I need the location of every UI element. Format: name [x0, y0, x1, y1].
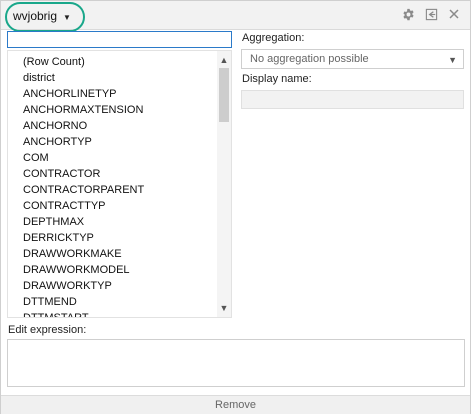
field-chooser: (Row Count) district ANCHORLINETYP ANCHO… [7, 31, 232, 318]
display-name-label: Display name: [242, 73, 312, 85]
list-item[interactable]: ANCHORMAXTENSION [23, 102, 143, 118]
list-item[interactable]: DTTMSTART [23, 310, 89, 317]
chevron-down-icon: ▼ [63, 12, 71, 22]
list-item[interactable]: DRAWWORKMAKE [23, 246, 122, 262]
source-title: wvjobrig [13, 9, 58, 23]
list-item[interactable]: CONTRACTOR [23, 166, 100, 182]
list-item[interactable]: CONTRACTORPARENT [23, 182, 144, 198]
search-input[interactable] [7, 31, 232, 48]
title-bar: wvjobrig ▼ [1, 1, 470, 32]
list-item[interactable]: DERRICKTYP [23, 230, 94, 246]
pin-icon[interactable] [424, 7, 438, 21]
display-name-field [241, 90, 464, 109]
field-list[interactable]: (Row Count) district ANCHORLINETYP ANCHO… [7, 50, 232, 318]
remove-button[interactable]: Remove [1, 395, 470, 414]
scroll-thumb[interactable] [219, 68, 229, 122]
close-icon[interactable] [447, 7, 461, 21]
source-dropdown[interactable]: wvjobrig ▼ [5, 2, 85, 32]
scroll-up-icon[interactable]: ▲ [217, 53, 231, 67]
list-item[interactable]: DRAWWORKMODEL [23, 262, 130, 278]
list-item[interactable]: ANCHORNO [23, 118, 87, 134]
list-item[interactable]: DTTMEND [23, 294, 77, 310]
gear-icon[interactable] [401, 7, 415, 21]
list-item[interactable]: (Row Count) [23, 54, 85, 70]
list-scrollbar[interactable]: ▲ ▼ [217, 51, 231, 317]
list-item[interactable]: CONTRACTTYP [23, 198, 106, 214]
expression-editor[interactable] [7, 339, 465, 387]
list-item[interactable]: ANCHORLINETYP [23, 86, 117, 102]
list-item[interactable]: district [23, 70, 55, 86]
list-item[interactable]: ANCHORTYP [23, 134, 92, 150]
list-item[interactable]: DRAWWORKTYP [23, 278, 112, 294]
chevron-down-icon: ▼ [448, 55, 457, 65]
aggregation-value: No aggregation possible [250, 53, 369, 65]
edit-expression-label: Edit expression: [8, 324, 87, 336]
list-item[interactable]: DEPTHMAX [23, 214, 84, 230]
data-panel: wvjobrig ▼ (Row Count) district ANCHORLI… [0, 0, 471, 414]
aggregation-label: Aggregation: [242, 32, 305, 44]
list-item[interactable]: COM [23, 150, 49, 166]
aggregation-select[interactable]: No aggregation possible ▼ [241, 49, 464, 69]
scroll-down-icon[interactable]: ▼ [217, 301, 231, 315]
